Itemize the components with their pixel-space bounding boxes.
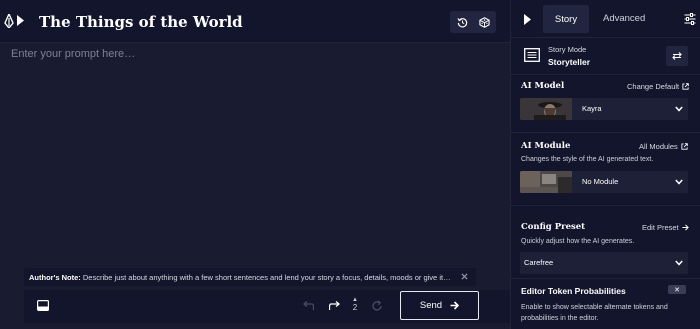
close-icon[interactable]: [461, 273, 468, 280]
authors-note-label: Author's Note:: [29, 273, 81, 282]
topbar-icon-group: [450, 11, 496, 33]
ai-model-select[interactable]: Kayra: [520, 98, 688, 120]
chevron-down-icon: [675, 260, 683, 266]
send-arrow-icon: [450, 301, 460, 310]
undo-icon[interactable]: [302, 301, 314, 311]
sidebar-divider: [511, 37, 700, 38]
edit-preset-label: Edit Preset: [642, 223, 679, 232]
prompt-input[interactable]: Enter your prompt here…: [11, 48, 135, 60]
token-probabilities-description-2: probabilities in the editor.: [521, 315, 599, 322]
config-preset-select[interactable]: Carefree: [520, 252, 688, 274]
token-probabilities-toggle[interactable]: ✕: [668, 285, 686, 294]
ai-model-value: Kayra: [582, 104, 602, 113]
authors-note-text: Describe just about anything with a few …: [82, 273, 451, 282]
chevron-down-icon: [675, 106, 683, 112]
token-probabilities-description-1: Enable to show selectable alternate toke…: [521, 304, 668, 311]
editor-area: The Things of the World Enter your promp…: [0, 0, 510, 329]
redo-branch-selector[interactable]: ▲ 2: [350, 297, 360, 317]
story-mode-icon: [524, 48, 540, 62]
ai-module-description: Changes the style of the AI generated te…: [521, 156, 654, 163]
all-modules-label: All Modules: [639, 142, 678, 151]
random-button[interactable]: [475, 13, 493, 31]
send-button[interactable]: Send: [400, 291, 479, 320]
change-default-link[interactable]: Change Default: [627, 82, 689, 91]
editor-topbar: The Things of the World: [0, 0, 510, 43]
story-mode-label: Story Mode: [548, 45, 587, 54]
ai-module-title: AI Module: [521, 141, 571, 151]
sidebar-divider: [511, 132, 700, 133]
sidebar-divider: [511, 278, 700, 279]
arrow-right-icon: [682, 224, 689, 231]
lorebook-card-icon[interactable]: [37, 300, 49, 311]
external-link-icon: [681, 143, 688, 150]
external-link-icon: [682, 83, 689, 90]
model-thumbnail: [520, 98, 572, 120]
redo-icon[interactable]: [329, 301, 341, 311]
config-preset-title: Config Preset: [521, 222, 586, 232]
ai-module-select[interactable]: No Module: [520, 171, 688, 193]
ai-module-value: No Module: [582, 177, 619, 186]
change-default-label: Change Default: [627, 82, 680, 91]
authors-note-bar[interactable]: Author's Note: Describe just about anyth…: [24, 268, 476, 286]
sidebar-divider: [511, 74, 700, 75]
dice-icon: [478, 16, 490, 28]
story-title[interactable]: The Things of the World: [39, 13, 243, 31]
logo-icon[interactable]: [4, 14, 14, 28]
swap-icon: [672, 52, 682, 60]
retry-icon[interactable]: [371, 300, 383, 312]
tab-advanced[interactable]: Advanced: [603, 13, 645, 24]
all-modules-link[interactable]: All Modules: [639, 142, 688, 151]
config-preset-description: Quickly adjust how the AI generates.: [521, 238, 635, 245]
history-button[interactable]: [453, 13, 471, 31]
expand-left-panel-icon[interactable]: [16, 15, 24, 26]
sidebar-divider: [511, 205, 700, 206]
chevron-down-icon: [675, 179, 683, 185]
story-mode-value: Storyteller: [548, 57, 591, 67]
collapse-sidebar-icon[interactable]: [523, 14, 531, 25]
edit-preset-link[interactable]: Edit Preset: [642, 223, 689, 232]
tab-story[interactable]: Story: [543, 5, 589, 33]
ai-model-title: AI Model: [521, 81, 565, 91]
redo-count: 2: [352, 303, 358, 312]
sliders-icon[interactable]: [684, 13, 696, 25]
story-settings-sidebar: Story Advanced Story Mode Storyteller AI…: [510, 0, 700, 329]
module-thumbnail: [520, 171, 572, 193]
config-preset-value: Carefree: [524, 258, 554, 267]
switch-story-mode-button[interactable]: [666, 46, 688, 66]
history-icon: [456, 17, 467, 28]
send-label: Send: [419, 300, 443, 311]
token-probabilities-title: Editor Token Probabilities: [521, 286, 626, 296]
editor-bottombar: ▲ 2 Send: [24, 290, 510, 323]
